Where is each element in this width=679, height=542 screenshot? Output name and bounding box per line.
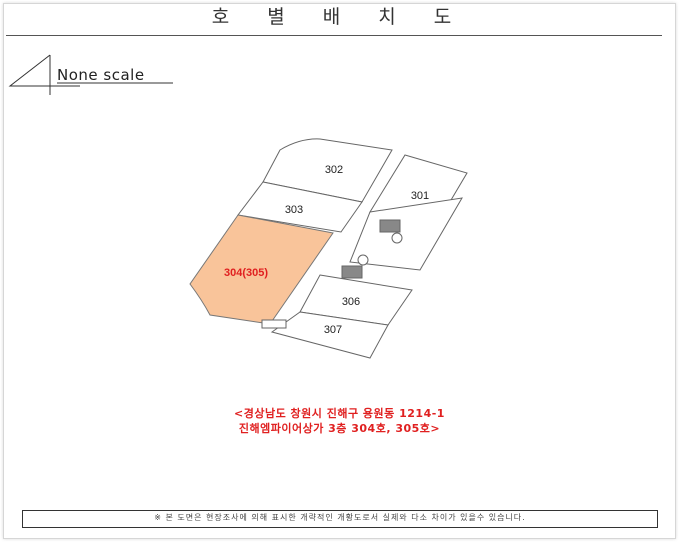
elevator-icon bbox=[391, 232, 403, 244]
scale-label: None scale bbox=[57, 66, 145, 84]
stair-icon bbox=[341, 265, 363, 279]
address-line-2: 진해엠파이어상가 3층 304호, 305호> bbox=[238, 422, 441, 435]
elevator-icon bbox=[357, 254, 369, 266]
address-line-1: <경상남도 창원시 진해구 용원동 1214-1 bbox=[234, 407, 445, 420]
unit-label-306: 306 bbox=[342, 296, 360, 308]
unit-label-303: 303 bbox=[285, 204, 303, 216]
entrance-mark bbox=[261, 319, 287, 329]
footnote-box: ※ 본 도면은 현장조사에 의해 표시한 개략적인 개황도로서 실제와 다소 차… bbox=[22, 510, 658, 528]
stair-icon bbox=[379, 219, 401, 233]
unit-label-307: 307 bbox=[324, 324, 342, 336]
unit-label-304: 304(305) bbox=[224, 267, 268, 279]
unit-label-302: 302 bbox=[325, 164, 343, 176]
unit-label-301: 301 bbox=[411, 190, 429, 202]
footnote: ※ 본 도면은 현장조사에 의해 표시한 개략적인 개황도로서 실제와 다소 차… bbox=[154, 513, 526, 522]
